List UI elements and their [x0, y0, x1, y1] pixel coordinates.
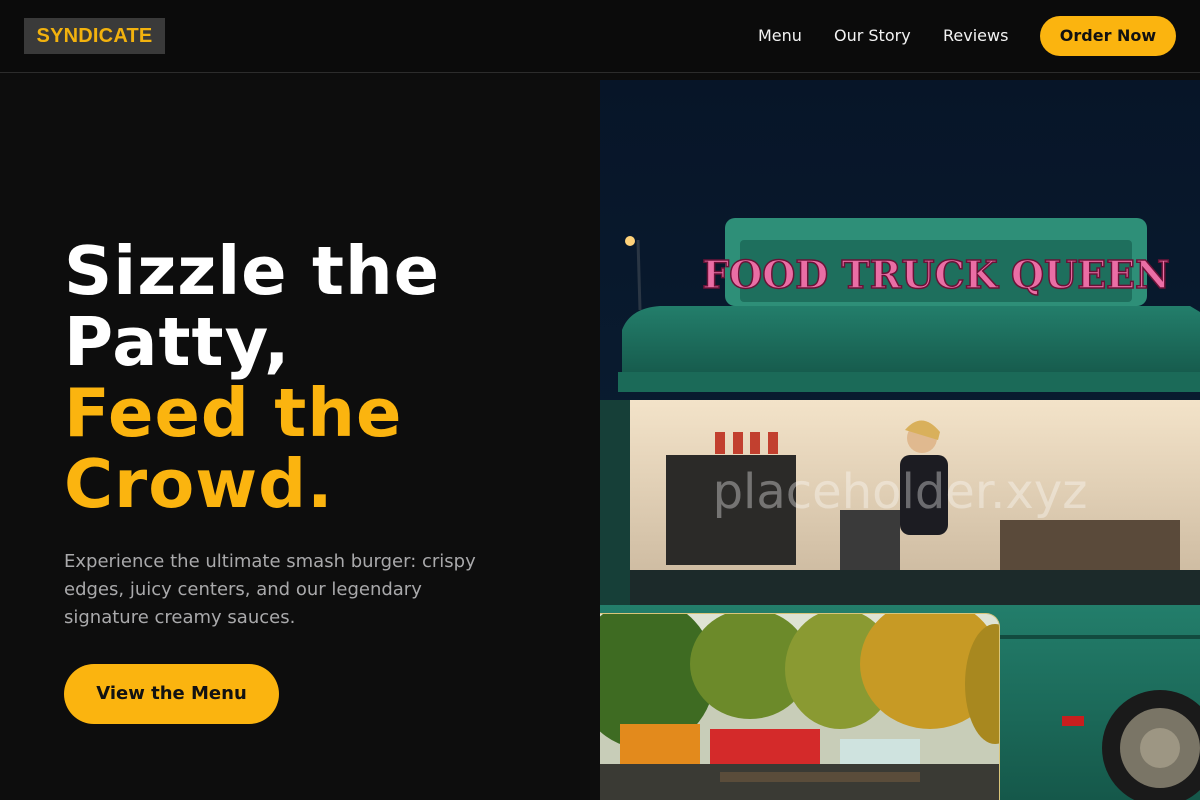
headline-line-3: Feed the	[64, 374, 403, 452]
hero-description: Experience the ultimate smash burger: cr…	[64, 551, 476, 628]
truck-sign-text: FOOD TRUCK QUEEN	[702, 252, 1170, 297]
headline-line-1: Sizzle the	[64, 232, 441, 310]
hero-headline: Sizzle the Patty, Feed the Crowd.	[64, 236, 584, 520]
order-now-button[interactable]: Order Now	[1040, 16, 1176, 56]
nav-link-reviews[interactable]: Reviews	[943, 24, 1008, 48]
headline-line-4: Crowd.	[64, 445, 334, 523]
nav-link-our-story[interactable]: Our Story	[834, 24, 911, 48]
site-header: SYNDICATE Menu Our Story Reviews Order N…	[0, 0, 1200, 73]
brand-logo[interactable]: SYNDICATE	[24, 18, 165, 54]
nav-link-menu[interactable]: Menu	[758, 24, 802, 48]
image-watermark: placeholder.xyz	[713, 464, 1088, 520]
food-trucks-park-image	[600, 613, 1000, 800]
headline-line-2: Patty,	[64, 303, 291, 381]
view-menu-button[interactable]: View the Menu	[64, 664, 279, 724]
